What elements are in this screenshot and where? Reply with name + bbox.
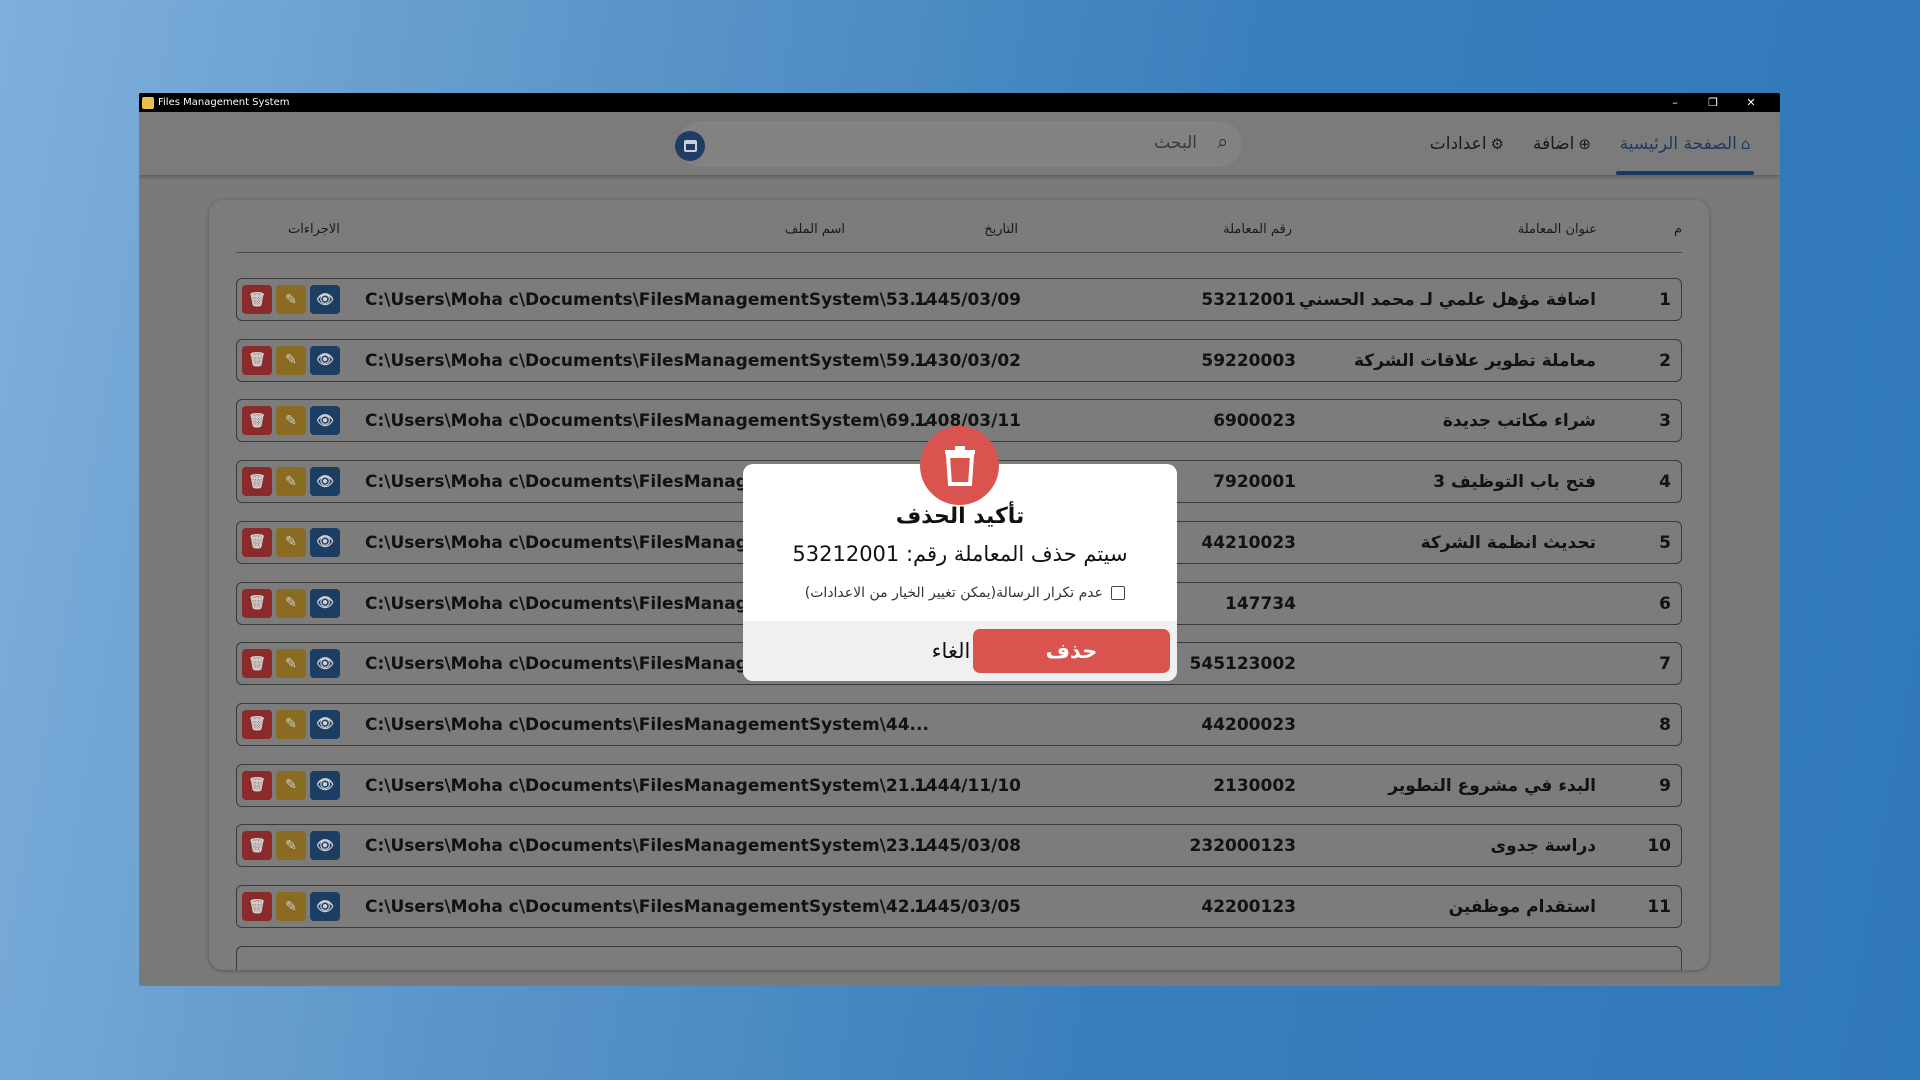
dialog-message: سيتم حذف المعاملة رقم: 53212001	[792, 542, 1128, 566]
confirm-delete-button[interactable]: حذف	[973, 629, 1170, 673]
checkbox-label: عدم تكرار الرسالة(يمكن تغيير الخيار من ا…	[804, 585, 1103, 601]
cancel-button[interactable]: الغاء	[901, 629, 1001, 673]
modal-overlay: تأكيد الحذف سيتم حذف المعاملة رقم: 53212…	[0, 0, 1920, 1080]
trash-icon	[920, 426, 999, 505]
dialog-footer: حذف الغاء	[743, 621, 1177, 681]
dont-repeat-checkbox[interactable]: عدم تكرار الرسالة(يمكن تغيير الخيار من ا…	[805, 585, 1125, 601]
dialog-title: تأكيد الحذف	[895, 504, 1025, 529]
checkbox-box[interactable]	[1111, 586, 1125, 600]
